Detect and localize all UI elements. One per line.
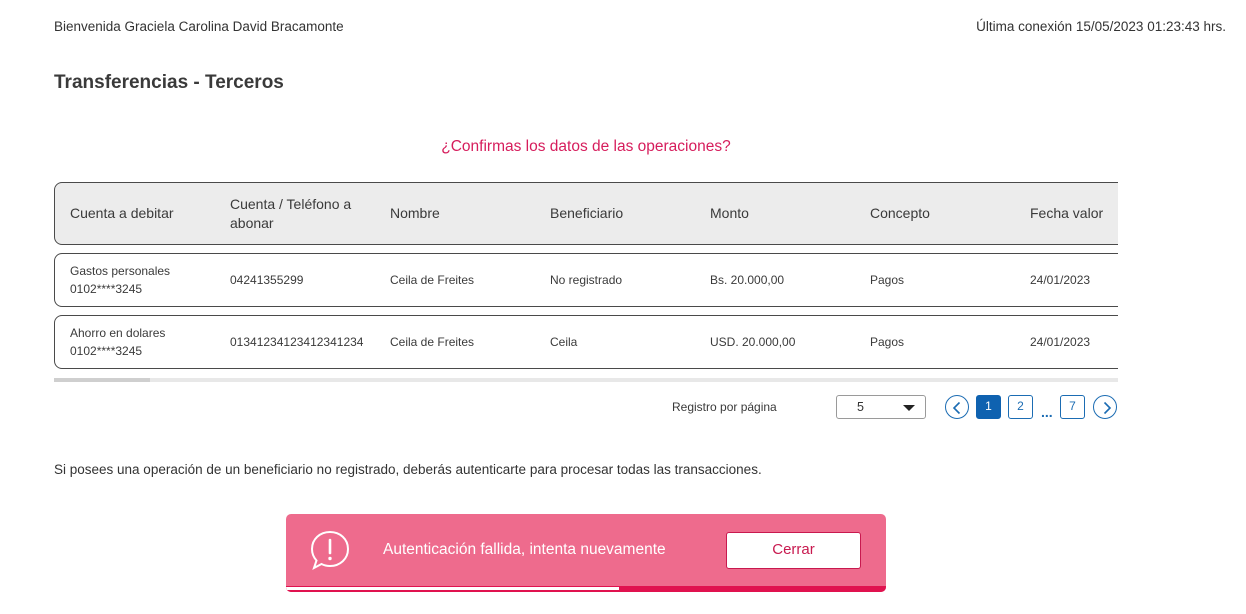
column-header-debit-account: Cuenta a debitar [70,205,174,221]
operations-table: Cuenta a debitar Cuenta / Teléfono a abo… [54,182,1118,369]
page-ellipsis: ... [1041,404,1053,420]
caret-down-icon [903,405,915,411]
date-cell: 24/01/2023 [1030,335,1091,349]
column-header-destination: Cuenta / Teléfono a abonar [230,195,352,231]
debit-account-cell: Gastos personales 0102****3245 [55,262,215,298]
column-header-date: Fecha valor [1030,205,1104,221]
confirm-question: ¿Confirmas los datos de las operaciones? [441,138,731,155]
table-row: Ahorro en dolares 0102****3245 013412341… [54,315,1118,369]
rows-per-page-label: Registro por página [672,400,777,414]
previous-page-button[interactable] [945,395,969,419]
toast-timer-remaining [286,587,619,590]
last-connection-text: Última conexión 15/05/2023 01:23:43 hrs. [976,19,1226,34]
date-cell: 24/01/2023 [1030,273,1091,287]
amount-cell: USD. 20.000,00 [710,335,796,349]
scrollbar-thumb[interactable] [54,378,150,382]
close-button[interactable]: Cerrar [726,532,861,569]
column-header-amount: Monto [710,205,749,221]
account-number: 0102****3245 [70,344,143,358]
chevron-left-icon [952,401,961,415]
table-header: Cuenta a debitar Cuenta / Teléfono a abo… [54,182,1118,245]
page-button-7[interactable]: 7 [1060,395,1085,419]
name-cell: Ceila de Freites [390,273,475,287]
welcome-text: Bienvenida Graciela Carolina David Braca… [54,19,344,34]
rows-per-page-select[interactable]: 5 [836,395,926,419]
chevron-right-icon [1103,401,1112,415]
beneficiary-cell: No registrado [550,273,623,287]
amount-cell: Bs. 20.000,00 [710,273,785,287]
destination-cell: 01341234123412341234 [230,335,364,349]
beneficiary-cell: Ceila [550,335,578,349]
destination-cell: 04241355299 [230,273,304,287]
concept-cell: Pagos [870,335,905,349]
rows-per-page-value: 5 [857,400,864,414]
page-title: Transferencias - Terceros [54,72,284,93]
horizontal-scrollbar[interactable] [54,378,1118,382]
column-header-beneficiary: Beneficiario [550,205,624,221]
error-toast: Autenticación fallida, intenta nuevament… [286,514,886,592]
page-button-1[interactable]: 1 [976,395,1001,419]
next-page-button[interactable] [1093,395,1117,419]
concept-cell: Pagos [870,273,905,287]
toast-timer-bar [286,586,886,592]
column-header-concept: Concepto [870,205,930,221]
name-cell: Ceila de Freites [390,335,475,349]
column-header-name: Nombre [390,205,440,221]
table-row: Gastos personales 0102****3245 042413552… [54,253,1118,307]
account-name: Gastos personales [70,264,171,278]
alert-icon [308,528,352,577]
debit-account-cell: Ahorro en dolares 0102****3245 [55,324,215,360]
toast-message: Autenticación fallida, intenta nuevament… [383,541,666,558]
page-button-2[interactable]: 2 [1008,395,1033,419]
account-number: 0102****3245 [70,282,143,296]
account-name: Ahorro en dolares [70,326,166,340]
top-bar: Bienvenida Graciela Carolina David Braca… [54,19,1226,34]
unregistered-beneficiary-notice: Si posees una operación de un beneficiar… [54,462,762,477]
